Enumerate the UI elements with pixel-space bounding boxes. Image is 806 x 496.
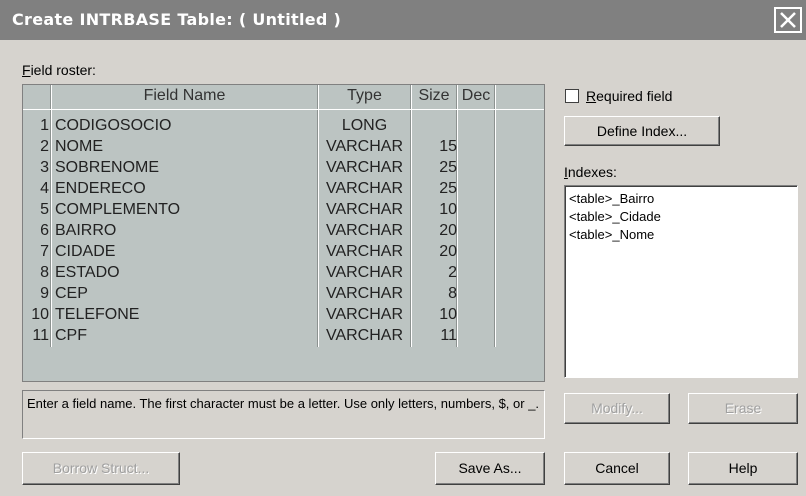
type-cell[interactable]: VARCHAR [318,306,411,324]
column-header-field-name[interactable]: Field Name [52,87,317,105]
table-row[interactable]: 10 TELEFONE VARCHAR 10 [23,306,544,325]
size-cell[interactable]: 25 [411,159,457,177]
type-cell[interactable]: VARCHAR [318,138,411,156]
erase-button[interactable]: Erase [688,393,798,424]
column-header-size[interactable]: Size [412,87,456,105]
field-name-cell[interactable]: NOME [55,138,103,156]
row-number: 1 [40,117,49,134]
row-number: 2 [40,138,49,155]
window-title: Create INTRBASE Table: ( Untitled ) [12,10,342,29]
column-header-dec[interactable]: Dec [458,87,494,105]
field-name-cell[interactable]: CIDADE [55,243,115,261]
define-index-label: Define Index... [596,123,688,139]
indexes-label-rest: ndexes: [567,164,617,180]
type-cell[interactable]: VARCHAR [318,222,411,240]
type-cell[interactable]: VARCHAR [318,264,411,282]
table-row[interactable]: 7 CIDADE VARCHAR 20 [23,243,544,262]
table-row[interactable]: 5 COMPLEMENTO VARCHAR 10 [23,201,544,220]
required-field-label-rest: equired field [596,88,673,104]
field-name-cell[interactable]: COMPLEMENTO [55,201,180,219]
row-number: 8 [40,264,49,281]
field-name-cell[interactable]: ESTADO [55,264,120,282]
indexes-listbox[interactable]: <table>_Bairro <table>_Cidade <table>_No… [564,185,798,378]
indexes-label: Indexes: [564,164,617,180]
size-cell[interactable]: 15 [411,138,457,156]
field-roster-grid[interactable]: Field Name Type Size Dec 1 CODIGOSOCIO LON… [22,84,545,382]
field-name-cell[interactable]: ENDERECO [55,180,146,198]
type-cell[interactable]: VARCHAR [318,285,411,303]
field-roster-label-rest: ield roster: [30,62,96,78]
table-row[interactable]: 4 ENDERECO VARCHAR 25 [23,180,544,199]
type-cell[interactable]: VARCHAR [318,201,411,219]
borrow-struct-label: Borrow Struct... [52,460,150,476]
table-row[interactable]: 1 CODIGOSOCIO LONG [23,117,544,136]
field-roster-mnemonic: F [22,62,31,78]
save-as-button[interactable]: Save As... [435,452,545,485]
index-item[interactable]: <table>_Cidade [569,209,661,224]
size-cell[interactable]: 8 [411,285,457,303]
row-number: 9 [40,285,49,302]
save-as-label: Save As... [458,460,522,476]
type-cell[interactable]: VARCHAR [318,327,411,345]
size-cell[interactable]: 10 [411,201,457,219]
create-table-dialog: Create INTRBASE Table: ( Untitled ) Fiel… [0,0,806,496]
index-item[interactable]: <table>_Nome [569,227,654,242]
size-cell[interactable]: 25 [411,180,457,198]
help-label: Help [728,460,758,476]
size-cell[interactable]: 10 [411,306,457,324]
table-row[interactable]: 3 SOBRENOME VARCHAR 25 [23,159,544,178]
field-name-cell[interactable]: CODIGOSOCIO [55,117,171,135]
size-cell[interactable]: 11 [411,327,457,345]
grid-header: Field Name Type Size Dec [23,85,544,110]
help-button[interactable]: Help [688,452,798,485]
table-row[interactable]: 8 ESTADO VARCHAR 2 [23,264,544,283]
cancel-label: Cancel [595,460,639,476]
type-cell[interactable]: LONG [318,117,411,135]
required-field-mnemonic: R [586,88,597,104]
table-row[interactable]: 9 CEP VARCHAR 8 [23,285,544,304]
required-field-checkbox[interactable] [565,89,579,103]
column-header-type[interactable]: Type [319,87,410,105]
row-number: 3 [40,159,49,176]
status-message: Enter a field name. The first character … [22,390,545,439]
type-cell[interactable]: VARCHAR [318,180,411,198]
field-name-cell[interactable]: TELEFONE [55,306,139,324]
table-row[interactable]: 2 NOME VARCHAR 15 [23,138,544,157]
size-cell[interactable]: 2 [411,264,457,282]
close-button[interactable] [774,7,802,33]
size-cell[interactable]: 20 [411,243,457,261]
size-cell[interactable]: 20 [411,222,457,240]
type-cell[interactable]: VARCHAR [318,159,411,177]
field-roster-label: Field roster: [22,62,96,78]
row-number: 7 [40,243,49,260]
cancel-button[interactable]: Cancel [564,452,670,485]
row-number: 10 [31,306,49,323]
row-number: 4 [40,180,49,197]
field-name-cell[interactable]: CEP [55,285,88,303]
field-name-cell[interactable]: BAIRRO [55,222,116,240]
define-index-button[interactable]: Define Index... [564,116,720,146]
modify-label: Modify... [591,400,643,416]
table-row[interactable]: 11 CPF VARCHAR 11 [23,327,544,346]
title-bar: Create INTRBASE Table: ( Untitled ) [0,0,806,40]
row-number: 11 [32,327,49,344]
required-field-label[interactable]: Required field [586,88,672,104]
field-name-cell[interactable]: SOBRENOME [55,159,159,177]
field-name-cell[interactable]: CPF [55,327,87,345]
table-row[interactable]: 6 BAIRRO VARCHAR 20 [23,222,544,241]
row-number: 5 [40,201,49,218]
row-number: 6 [40,222,49,239]
erase-label: Erase [724,400,762,416]
borrow-struct-button[interactable]: Borrow Struct... [22,452,180,485]
index-item[interactable]: <table>_Bairro [569,191,654,206]
modify-button[interactable]: Modify... [564,393,670,424]
type-cell[interactable]: VARCHAR [318,243,411,261]
